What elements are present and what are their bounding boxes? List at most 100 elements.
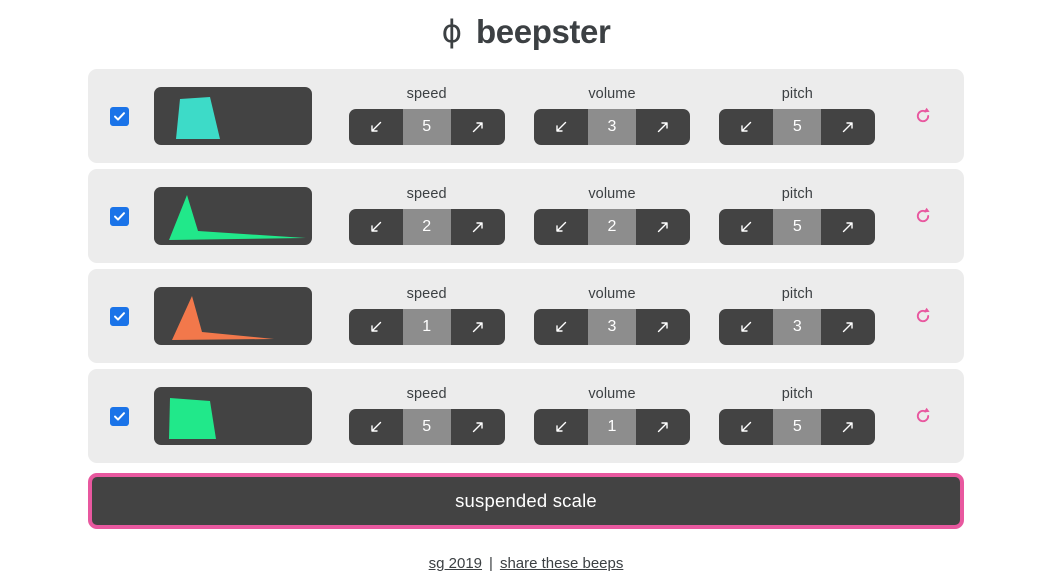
waveform-shape-narrow-spike-long-tail — [172, 296, 274, 340]
track-reset-button[interactable] — [912, 405, 934, 427]
scale-button-label: suspended scale — [455, 489, 597, 511]
speed-value: 1 — [402, 308, 451, 345]
track-reset-wrap — [900, 405, 946, 427]
control-group-pitch: pitch 5 — [707, 87, 887, 145]
track-reset-wrap — [900, 305, 946, 327]
increment-speed-button[interactable] — [450, 308, 505, 345]
waveform-preview[interactable] — [154, 287, 312, 345]
track-enable-checkbox[interactable] — [110, 406, 129, 426]
control-label-speed: speed — [406, 86, 447, 103]
arrow-down-left-icon — [370, 121, 381, 132]
decrement-pitch-button[interactable] — [719, 408, 774, 445]
beepster-app: ɸ beepster speed 5 volume 3 pitch 5 speed 2 volu… — [0, 0, 1052, 586]
arrow-down-left-icon — [741, 121, 752, 132]
track-reset-button[interactable] — [912, 305, 934, 327]
control-group-pitch: pitch 5 — [707, 387, 887, 445]
arrow-up-right-icon — [843, 422, 854, 432]
stepper-speed: 5 — [348, 408, 505, 445]
increment-volume-button[interactable] — [635, 108, 690, 145]
decrement-volume-button[interactable] — [533, 208, 588, 245]
increment-pitch-button[interactable] — [821, 108, 876, 145]
waveform-shape-sharp-attack-decay — [169, 195, 306, 240]
waveform-preview[interactable] — [154, 87, 312, 145]
arrow-down-left-icon — [556, 321, 567, 332]
arrow-up-right-icon — [843, 222, 854, 232]
decrement-pitch-button[interactable] — [719, 108, 774, 145]
pitch-value: 5 — [773, 408, 822, 445]
control-label-speed: speed — [406, 286, 447, 303]
decrement-speed-button[interactable] — [348, 108, 403, 145]
stepper-pitch: 5 — [719, 208, 876, 245]
control-label-pitch: pitch — [781, 386, 813, 403]
stepper-pitch: 3 — [719, 308, 876, 345]
decrement-volume-button[interactable] — [533, 408, 588, 445]
credit-link[interactable]: sg 2019 — [429, 555, 482, 572]
track-enable-checkbox[interactable] — [110, 106, 129, 126]
increment-volume-button[interactable] — [635, 208, 690, 245]
track-row: speed 5 volume 1 pitch 5 — [88, 369, 964, 463]
track-row: speed 2 volume 2 pitch 5 — [88, 169, 964, 263]
decrement-volume-button[interactable] — [533, 308, 588, 345]
stepper-pitch: 5 — [719, 108, 876, 145]
increment-speed-button[interactable] — [450, 408, 505, 445]
phi-logo-icon: ɸ — [441, 13, 463, 50]
track-reset-button[interactable] — [912, 205, 934, 227]
track-enable-checkbox-wrap — [110, 306, 142, 326]
stepper-speed: 5 — [348, 108, 505, 145]
volume-value: 3 — [587, 108, 636, 145]
increment-speed-button[interactable] — [450, 208, 505, 245]
arrow-down-left-icon — [741, 221, 752, 232]
refresh-redo-icon — [916, 107, 930, 123]
refresh-redo-icon — [916, 307, 930, 323]
checkmark-icon — [114, 311, 125, 321]
control-label-volume: volume — [588, 386, 636, 403]
speed-value: 5 — [402, 108, 451, 145]
arrow-up-right-icon — [843, 322, 854, 332]
arrow-up-right-icon — [657, 322, 668, 332]
track-controls: speed 2 volume 2 pitch 5 — [312, 187, 900, 245]
speed-value: 5 — [402, 408, 451, 445]
scale-button[interactable]: suspended scale — [88, 473, 964, 529]
decrement-speed-button[interactable] — [348, 208, 403, 245]
increment-speed-button[interactable] — [450, 108, 505, 145]
track-enable-checkbox[interactable] — [110, 206, 129, 226]
share-link[interactable]: share these beeps — [500, 555, 623, 572]
decrement-speed-button[interactable] — [348, 408, 403, 445]
stepper-volume: 2 — [533, 208, 690, 245]
increment-pitch-button[interactable] — [821, 308, 876, 345]
control-group-volume: volume 1 — [522, 387, 702, 445]
decrement-pitch-button[interactable] — [719, 208, 774, 245]
refresh-redo-icon — [916, 207, 930, 223]
increment-pitch-button[interactable] — [821, 208, 876, 245]
increment-volume-button[interactable] — [635, 408, 690, 445]
control-group-volume: volume 3 — [522, 287, 702, 345]
track-reset-wrap — [900, 105, 946, 127]
decrement-pitch-button[interactable] — [719, 308, 774, 345]
track-reset-button[interactable] — [912, 105, 934, 127]
arrow-up-right-icon — [472, 222, 483, 232]
increment-volume-button[interactable] — [635, 308, 690, 345]
stepper-pitch: 5 — [719, 408, 876, 445]
waveform-preview[interactable] — [154, 387, 312, 445]
waveform-preview[interactable] — [154, 187, 312, 245]
control-group-speed: speed 5 — [337, 387, 517, 445]
control-label-volume: volume — [588, 186, 636, 203]
increment-pitch-button[interactable] — [821, 408, 876, 445]
arrow-down-left-icon — [741, 421, 752, 432]
track-enable-checkbox-wrap — [110, 106, 142, 126]
control-group-speed: speed 2 — [337, 187, 517, 245]
checkmark-icon — [114, 411, 125, 421]
footer-separator: | — [489, 555, 493, 572]
arrow-down-left-icon — [370, 321, 381, 332]
stepper-volume: 1 — [533, 408, 690, 445]
track-enable-checkbox[interactable] — [110, 306, 129, 326]
decrement-speed-button[interactable] — [348, 308, 403, 345]
decrement-volume-button[interactable] — [533, 108, 588, 145]
control-label-speed: speed — [406, 386, 447, 403]
arrow-down-left-icon — [370, 221, 381, 232]
track-enable-checkbox-wrap — [110, 406, 142, 426]
arrow-down-left-icon — [741, 321, 752, 332]
arrow-down-left-icon — [556, 221, 567, 232]
control-group-pitch: pitch 5 — [707, 187, 887, 245]
track-reset-wrap — [900, 205, 946, 227]
